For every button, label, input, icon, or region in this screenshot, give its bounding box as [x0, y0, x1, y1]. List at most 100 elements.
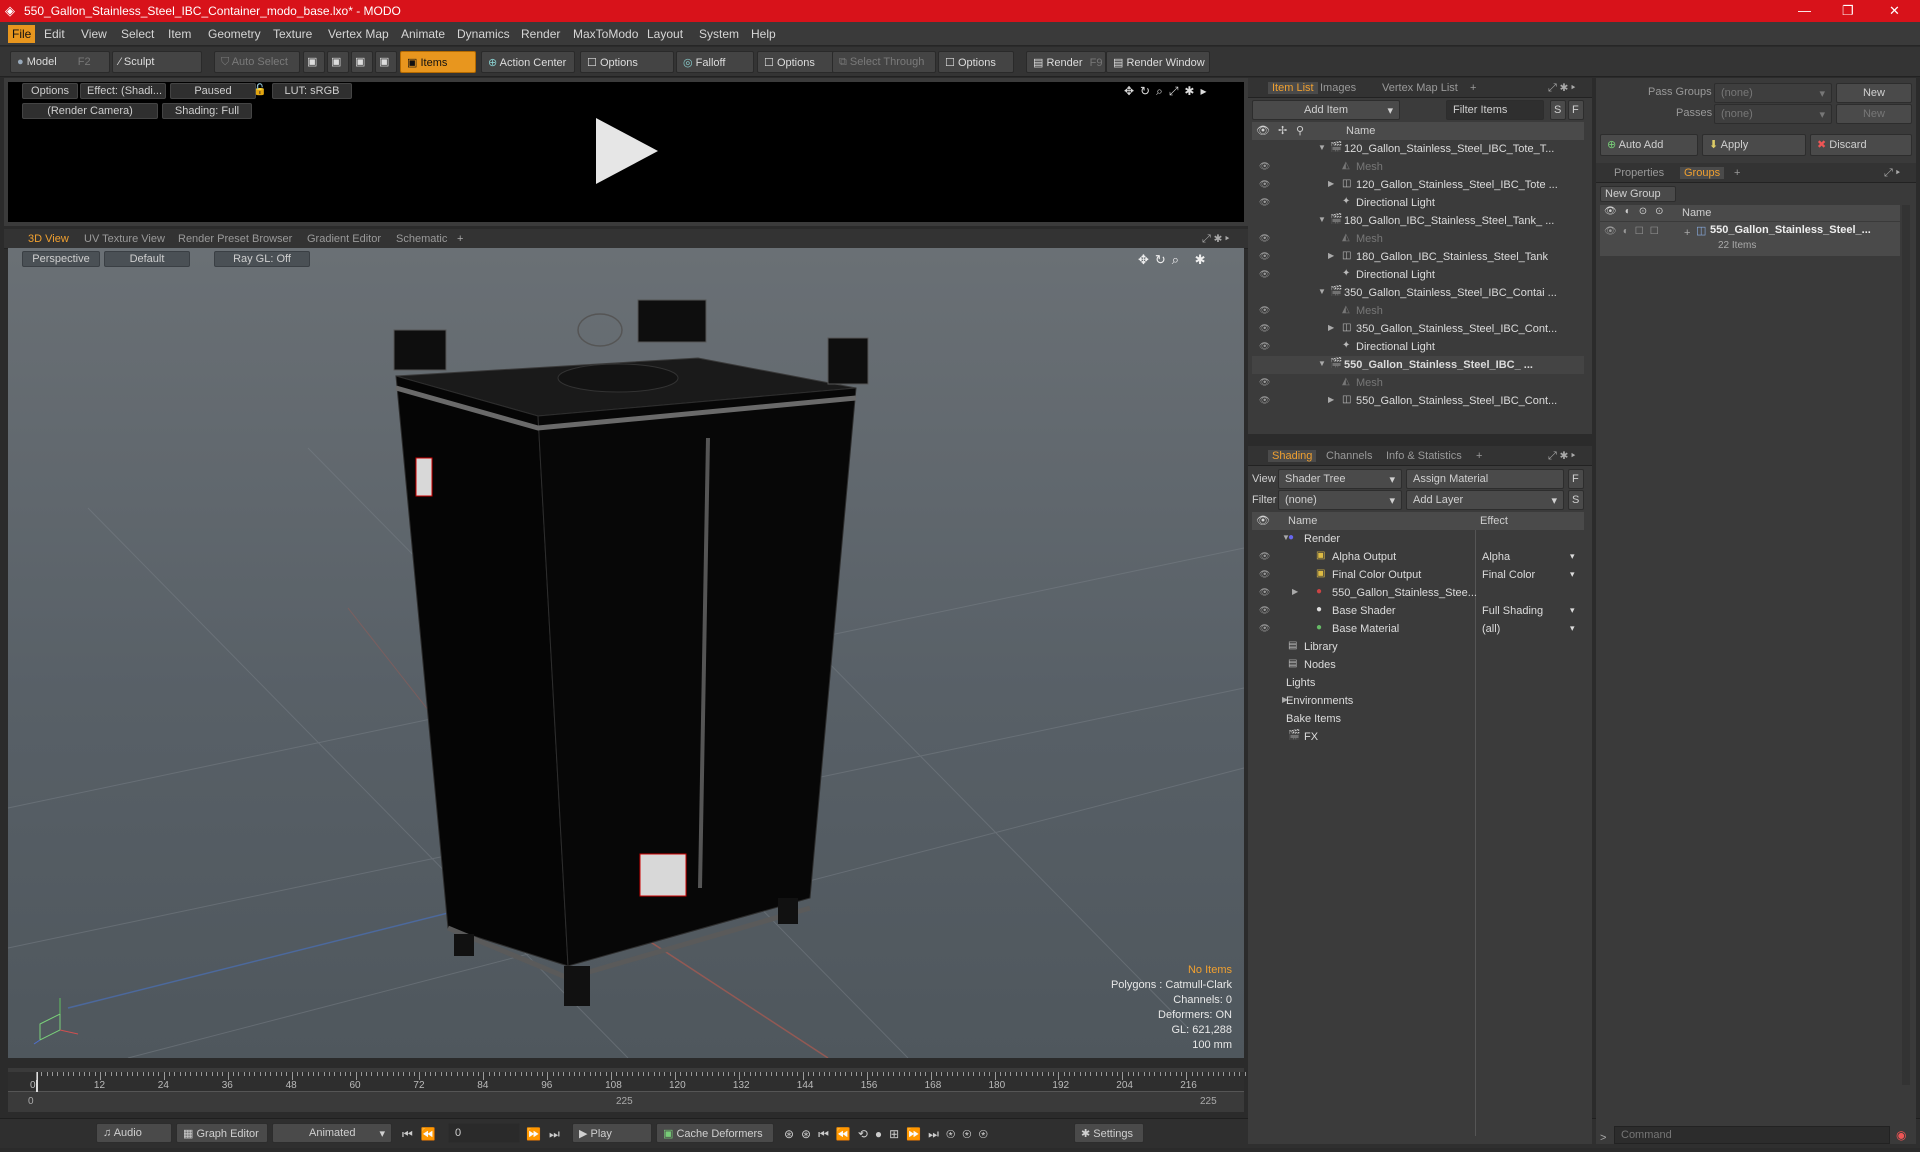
add-tab-icon[interactable]: + — [1476, 450, 1482, 462]
tab-render-preset-browser[interactable]: Render Preset Browser — [178, 233, 292, 245]
edge-select-icon[interactable]: ▣ — [327, 51, 349, 73]
key-controls-icons[interactable]: ⊛⊛⏮⏪⟲●⊞⏩⏭⊛⊛⊛ — [784, 1127, 995, 1142]
visibility-eye-icon[interactable]: 👁 — [1259, 197, 1271, 207]
render-button[interactable]: ▤ Render F9 — [1026, 51, 1106, 73]
expand-icon[interactable]: + — [1684, 227, 1690, 239]
item-list-row[interactable]: ▼ 🎬 180_Gallon_IBC_Stainless_Steel_Tank_ .… — [1252, 212, 1584, 230]
add-tab-icon[interactable]: + — [457, 233, 463, 245]
item-list-row[interactable]: 👁 ✦ Directional Light — [1252, 266, 1584, 284]
timeline[interactable]: 0 12 24 36 48 60 72 84 96 108 120 132 144 156 168 180 19… — [8, 1068, 1246, 1112]
shading-s-button[interactable]: S — [1568, 490, 1584, 510]
tab-uv-texture-view[interactable]: UV Texture View — [84, 233, 165, 245]
menu-file[interactable]: File — [8, 25, 36, 43]
shading-dropdown[interactable]: Shading: Full — [162, 103, 252, 119]
visibility-eye-icon[interactable]: 👁 — [1259, 161, 1271, 171]
item-list-row[interactable]: 👁 ◭ Mesh — [1252, 374, 1584, 392]
camera-dropdown[interactable]: (Render Camera) — [22, 103, 158, 119]
preview-effect-dropdown[interactable]: Effect: (Shadi... — [80, 83, 166, 99]
effect-dropdown[interactable]: Full Shading — [1482, 605, 1543, 617]
item-list-row[interactable]: 👁 ◭ Mesh — [1252, 302, 1584, 320]
new-pass-button[interactable]: New — [1836, 104, 1912, 124]
shader-tree-row[interactable]: 👁 ● Base Material (all) ▾ — [1252, 620, 1584, 638]
skip-forward-icon[interactable]: ⏩⏭ — [526, 1127, 568, 1142]
auto-select-button[interactable]: ⛉ Auto Select — [214, 51, 300, 73]
tab-groups[interactable]: Groups — [1680, 167, 1725, 179]
add-item-dropdown[interactable]: Add Item ▾ — [1252, 100, 1400, 120]
filter-s-button[interactable]: S — [1550, 100, 1566, 120]
tab-properties[interactable]: Properties — [1614, 167, 1664, 179]
action-center-button[interactable]: ⊕ Action Center — [481, 51, 575, 73]
play-preview-icon[interactable] — [592, 116, 660, 186]
item-list-row[interactable]: 👁 ▶ ◫ 550_Gallon_Stainless_Steel_IBC_Cont..… — [1252, 392, 1584, 410]
visibility-eye-icon[interactable]: 👁 — [1259, 551, 1271, 561]
shader-tree-row[interactable]: ▶ Environments — [1252, 692, 1584, 710]
menu-help[interactable]: Help — [751, 27, 776, 41]
expanded-arrow-icon[interactable]: ▼ — [1318, 143, 1326, 152]
shader-tree-row[interactable]: ▤ Nodes — [1252, 656, 1584, 674]
menu-dynamics[interactable]: Dynamics — [457, 27, 510, 41]
chevron-down-icon[interactable]: ▾ — [1570, 605, 1575, 616]
collapsed-arrow-icon[interactable]: ▶ — [1328, 323, 1334, 332]
menu-view[interactable]: View — [81, 27, 107, 41]
lut-dropdown[interactable]: LUT: sRGB — [272, 83, 352, 99]
chevron-down-icon[interactable]: ▾ — [1570, 623, 1575, 634]
visibility-eye-icon[interactable] — [1259, 359, 1271, 369]
menu-layout[interactable]: Layout — [647, 27, 683, 41]
filter-items-input[interactable]: Filter Items — [1446, 100, 1544, 120]
cache-deformers-button[interactable]: ▣ Cache Deformers — [656, 1123, 774, 1143]
tab-schematic[interactable]: Schematic — [396, 233, 447, 245]
command-expand-icon[interactable]: > — [1600, 1132, 1606, 1144]
panel-settings-icon[interactable]: ⤢ ✱ ▸ — [1548, 450, 1575, 463]
tab-gradient-editor[interactable]: Gradient Editor — [307, 233, 381, 245]
group-row[interactable]: 👁◐☐☐ + ◫ 550_Gallon_Stainless_Steel_... … — [1600, 222, 1900, 256]
shader-tree-row[interactable]: 🎬 FX — [1252, 728, 1584, 746]
lock-icon[interactable]: 🔓 — [253, 83, 267, 96]
panel-settings-icon[interactable]: ⤢ ✱ ▸ — [1202, 233, 1229, 246]
preview-options-button[interactable]: Options — [22, 83, 78, 99]
menu-animate[interactable]: Animate — [401, 27, 445, 41]
collapsed-arrow-icon[interactable]: ▶ — [1292, 587, 1298, 596]
preview-nav-icons[interactable]: ✥↻⌕⤢✱▸ — [1124, 84, 1213, 99]
item-list-row[interactable]: ▼ 🎬 550_Gallon_Stainless_Steel_IBC_ ... — [1252, 356, 1584, 374]
visibility-eye-icon[interactable]: 👁 — [1259, 569, 1271, 579]
skip-start-icon[interactable]: ⏮⏪ — [402, 1127, 444, 1142]
items-mode-button[interactable]: ▣ Items — [400, 51, 476, 73]
audio-button[interactable]: ♫ Audio — [96, 1123, 172, 1143]
add-tab-icon[interactable]: + — [1734, 167, 1740, 179]
menu-system[interactable]: System — [699, 27, 739, 41]
sculpt-mode-button[interactable]: ⁄ Sculpt — [112, 51, 202, 73]
passes-dropdown[interactable]: (none) ▾ — [1714, 104, 1832, 124]
item-list-row[interactable]: 👁 ▶ ◫ 350_Gallon_Stainless_Steel_IBC_Cont..… — [1252, 320, 1584, 338]
item-list-row[interactable]: 👁 ▶ ◫ 120_Gallon_Stainless_Steel_IBC_Tote .… — [1252, 176, 1584, 194]
add-tab-icon[interactable]: + — [1470, 82, 1476, 94]
group-row-toggles[interactable]: 👁◐☐☐ — [1604, 226, 1665, 237]
new-pass-group-button[interactable]: New — [1836, 83, 1912, 103]
minimize-icon[interactable]: — — [1798, 3, 1811, 18]
collapsed-arrow-icon[interactable]: ▶ — [1328, 251, 1334, 260]
expanded-arrow-icon[interactable]: ▼ — [1318, 359, 1326, 368]
shader-tree-row[interactable]: Bake Items — [1252, 710, 1584, 728]
material-select-icon[interactable]: ▣ — [375, 51, 397, 73]
visibility-eye-icon[interactable]: 👁 — [1259, 323, 1271, 333]
expanded-arrow-icon[interactable]: ▼ — [1318, 287, 1326, 296]
new-group-button[interactable]: New Group — [1600, 186, 1676, 202]
item-list-row[interactable]: 👁 ✦ Directional Light — [1252, 194, 1584, 212]
visibility-eye-icon[interactable] — [1259, 143, 1271, 153]
visibility-eye-icon[interactable] — [1259, 287, 1271, 297]
apply-button[interactable]: ⬇ Apply — [1702, 134, 1806, 156]
action-center-options-button[interactable]: ☐ Options — [580, 51, 674, 73]
menu-geometry[interactable]: Geometry — [208, 27, 261, 41]
groups-scrollbar[interactable] — [1902, 205, 1910, 1085]
tab-info-statistics[interactable]: Info & Statistics — [1386, 450, 1462, 462]
shader-tree-row[interactable]: 👁 ● Base Shader Full Shading ▾ — [1252, 602, 1584, 620]
item-list-row[interactable]: ▼ 🎬 350_Gallon_Stainless_Steel_IBC_Contai … — [1252, 284, 1584, 302]
close-icon[interactable]: ✕ — [1889, 3, 1900, 19]
visibility-eye-icon[interactable]: 👁 — [1259, 605, 1271, 615]
effect-dropdown[interactable]: (all) — [1482, 623, 1500, 635]
shading-f-button[interactable]: F — [1568, 469, 1584, 489]
falloff-options-button[interactable]: ☐ Options — [757, 51, 835, 73]
item-list-row[interactable]: 👁 ◭ Mesh — [1252, 158, 1584, 176]
menu-item[interactable]: Item — [168, 27, 191, 41]
render-window-button[interactable]: ▤ Render Window — [1106, 51, 1210, 73]
menu-select[interactable]: Select — [121, 27, 154, 41]
